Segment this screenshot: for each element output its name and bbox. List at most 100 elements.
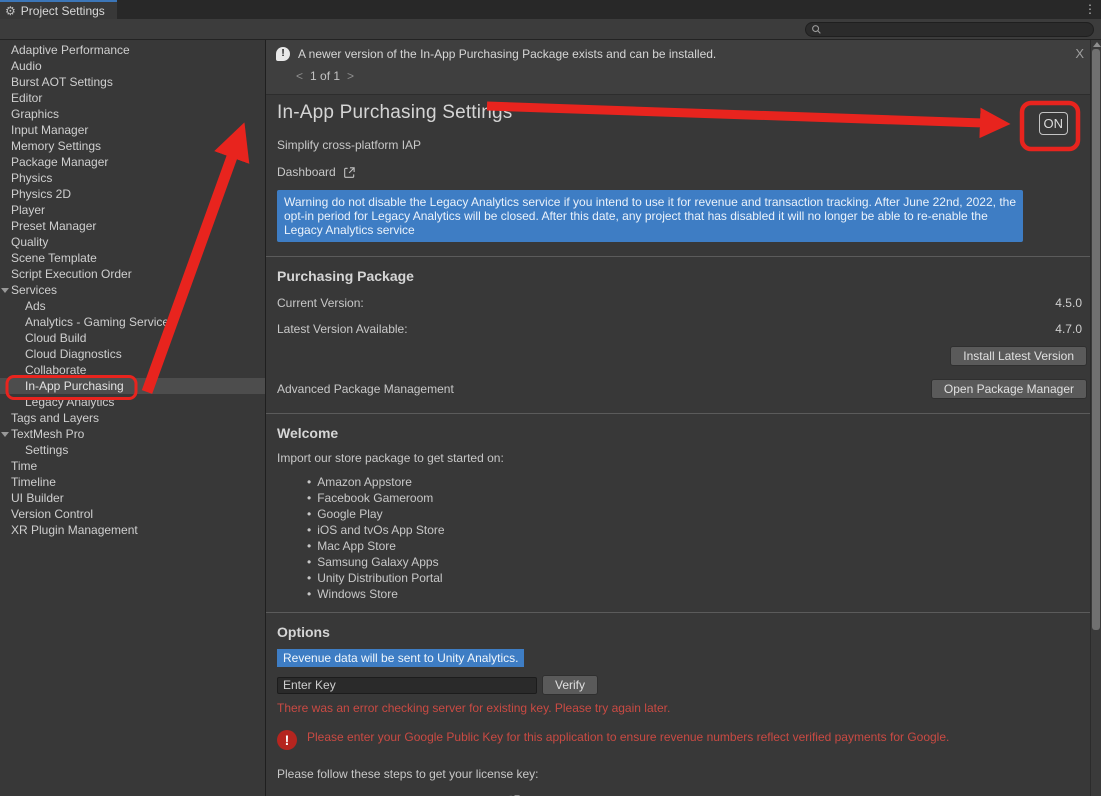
sidebar-item-analytics-gaming-services[interactable]: Analytics - Gaming Services [0,314,265,330]
sidebar-item-preset-manager[interactable]: Preset Manager [0,218,265,234]
search-input[interactable] [822,24,1088,36]
sidebar-item-label: Physics [11,171,52,185]
current-version-value: 4.5.0 [1055,296,1082,310]
sidebar-item-label: Input Manager [11,123,88,137]
sidebar-item-script-execution-order[interactable]: Script Execution Order [0,266,265,282]
section-heading: Options [277,624,1087,640]
store-name: Unity Distribution Portal [317,571,442,585]
sidebar-item-time[interactable]: Time [0,458,265,474]
page-subtitle: Simplify cross-platform IAP [277,138,1101,152]
sidebar-item-memory-settings[interactable]: Memory Settings [0,138,265,154]
vertical-scrollbar[interactable] [1090,40,1101,796]
banner-pager: < 1 of 1 > [296,69,1091,83]
sidebar-item-label: Version Control [11,507,93,521]
sidebar-item-package-manager[interactable]: Package Manager [0,154,265,170]
search-box[interactable] [805,22,1094,37]
service-toggle-on-button[interactable]: ON [1039,112,1069,135]
sidebar-item-cloud-build[interactable]: Cloud Build [0,330,265,346]
sidebar-item-input-manager[interactable]: Input Manager [0,122,265,138]
sidebar-item-player[interactable]: Player [0,202,265,218]
sidebar-item-label: Scene Template [11,251,97,265]
current-version-label: Current Version: [277,296,364,310]
section-heading: Purchasing Package [277,268,1087,284]
bullet-icon: • [307,491,311,505]
sidebar-item-label: Preset Manager [11,219,96,233]
sidebar-item-label: Ads [25,299,46,313]
bullet-icon: • [307,475,311,489]
banner-close-button[interactable]: X [1075,46,1084,61]
gear-icon: ⚙ [5,5,16,17]
sidebar-item-label: Timeline [11,475,56,489]
sidebar-item-label: Settings [25,443,68,457]
pager-next-button[interactable]: > [347,69,354,83]
legacy-analytics-warning: Warning do not disable the Legacy Analyt… [277,190,1023,242]
sidebar-item-label: Legacy Analytics [25,395,114,409]
sidebar-item-cloud-diagnostics[interactable]: Cloud Diagnostics [0,346,265,362]
store-list-item: • Unity Distribution Portal [277,570,1087,586]
sidebar-item-version-control[interactable]: Version Control [0,506,265,522]
sidebar-item-ui-builder[interactable]: UI Builder [0,490,265,506]
google-key-error-text: Please enter your Google Public Key for … [307,730,949,744]
scroll-up-arrow-icon[interactable] [1093,42,1101,47]
sidebar-item-label: Package Manager [11,155,108,169]
sidebar-item-timeline[interactable]: Timeline [0,474,265,490]
bullet-icon: • [307,555,311,569]
sidebar-item-graphics[interactable]: Graphics [0,106,265,122]
sidebar-item-label: Tags and Layers [11,411,99,425]
foldout-arrow-icon[interactable] [1,288,9,293]
bullet-icon: • [307,571,311,585]
settings-content: In-App Purchasing Settings Simplify cros… [266,95,1101,796]
sidebar-item-settings[interactable]: Settings [0,442,265,458]
toolbar [0,19,1101,40]
sidebar-item-services[interactable]: Services [0,282,265,298]
sidebar-item-textmesh-pro[interactable]: TextMesh Pro [0,426,265,442]
sidebar-item-tags-and-layers[interactable]: Tags and Layers [0,410,265,426]
open-package-manager-button[interactable]: Open Package Manager [931,379,1087,399]
store-name: iOS and tvOs App Store [317,523,444,537]
scrollbar-thumb[interactable] [1092,49,1100,630]
store-list-item: • iOS and tvOs App Store [277,522,1087,538]
foldout-arrow-icon[interactable] [1,432,9,437]
store-list-item: •Mac App Store [277,538,1087,554]
bullet-icon: • [307,507,311,521]
kebab-menu-icon[interactable]: ⋮ [1084,2,1096,16]
sidebar-item-editor[interactable]: Editor [0,90,265,106]
error-circle-icon: ! [277,730,297,750]
sidebar-item-scene-template[interactable]: Scene Template [0,250,265,266]
sidebar-item-adaptive-performance[interactable]: Adaptive Performance [0,42,265,58]
steps-intro: Please follow these steps to get your li… [277,767,1087,781]
store-list: •Amazon Appstore•Facebook Gameroom•Googl… [277,474,1087,602]
page-title: In-App Purchasing Settings [277,102,1101,124]
info-bubble-icon: ! [276,47,290,61]
sidebar-item-label: Analytics - Gaming Services [25,315,175,329]
settings-header: In-App Purchasing Settings Simplify cros… [266,95,1101,179]
bullet-icon: • [307,523,311,537]
dashboard-link[interactable]: Dashboard [277,165,356,179]
welcome-section: Welcome Import our store package to get … [266,414,1101,602]
store-list-item: • Google Play [277,506,1087,522]
main-panel: ! A newer version of the In-App Purchasi… [266,40,1101,796]
tab-project-settings[interactable]: ⚙ Project Settings [0,0,117,19]
license-key-input[interactable] [277,677,537,694]
project-settings-window: ⚙ Project Settings ⋮ Adaptive Performanc… [0,0,1101,796]
sidebar-item-ads[interactable]: Ads [0,298,265,314]
sidebar-item-physics-2d[interactable]: Physics 2D [0,186,265,202]
sidebar-item-audio[interactable]: Audio [0,58,265,74]
sidebar-item-physics[interactable]: Physics [0,170,265,186]
external-link-icon [343,166,356,179]
pager-prev-button[interactable]: < [296,69,303,83]
sidebar: Adaptive PerformanceAudioBurst AOT Setti… [0,40,266,796]
sidebar-item-label: Cloud Build [25,331,86,345]
sidebar-item-in-app-purchasing[interactable]: In-App Purchasing [0,378,265,394]
sidebar-item-legacy-analytics[interactable]: Legacy Analytics [0,394,265,410]
section-heading: Welcome [277,425,1087,441]
sidebar-item-quality[interactable]: Quality [0,234,265,250]
store-name: Google Play [317,507,382,521]
options-section: Options Revenue data will be sent to Uni… [266,613,1101,796]
sidebar-item-xr-plugin-management[interactable]: XR Plugin Management [0,522,265,538]
verify-button[interactable]: Verify [542,675,598,695]
sidebar-item-burst-aot-settings[interactable]: Burst AOT Settings [0,74,265,90]
sidebar-item-collaborate[interactable]: Collaborate [0,362,265,378]
install-latest-version-button[interactable]: Install Latest Version [950,346,1087,366]
sidebar-item-label: Adaptive Performance [11,43,130,57]
